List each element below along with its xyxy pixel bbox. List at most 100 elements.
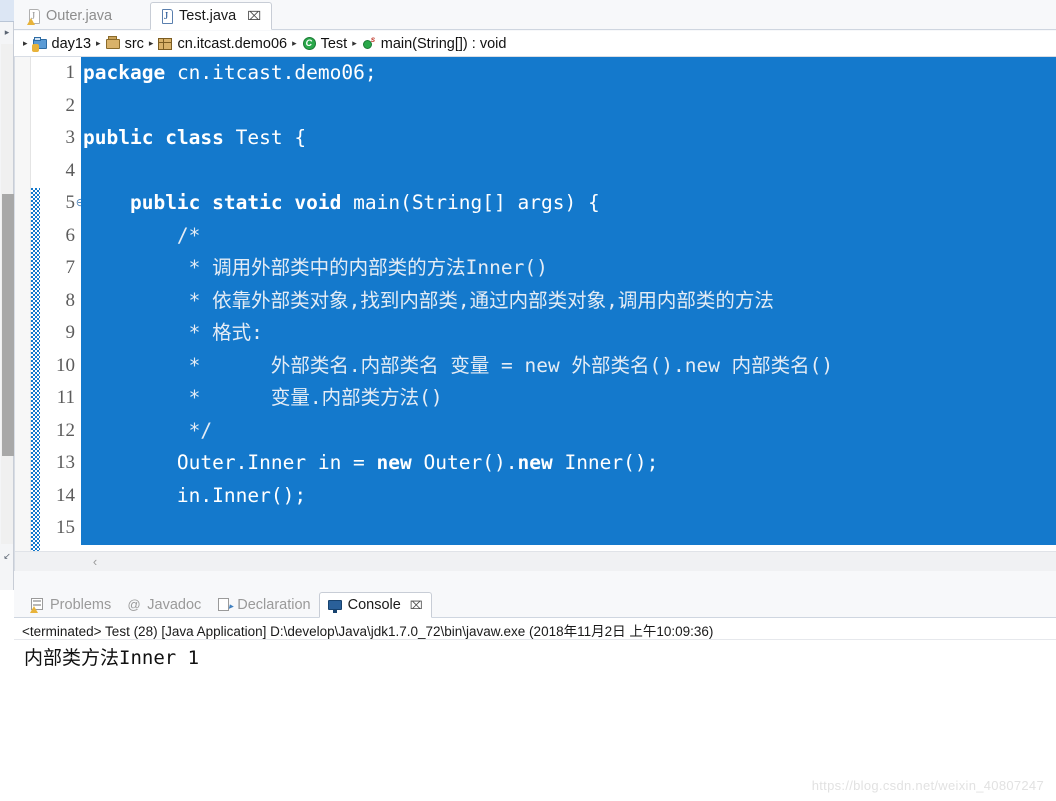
breadcrumb-item-project[interactable]: day13 [31,35,92,52]
code-line[interactable]: * 变量.内部类方法() [81,382,1056,415]
code-comment: /* [83,223,201,247]
collapsed-view-strip: ▸ ↙ [0,0,14,590]
breadcrumb-item-src[interactable]: src [105,35,144,52]
code-token: demo06 [294,61,365,84]
restore-view-icon[interactable]: ▸ [2,26,12,38]
code-line[interactable] [81,89,1056,122]
code-token: main [353,191,401,214]
code-token: Test [235,126,283,149]
code-line[interactable]: /* [81,219,1056,252]
code-text-content[interactable]: package cn.itcast.demo06; public class T… [81,57,1056,551]
breadcrumb-item-method[interactable]: s main(String[]) : void [362,35,506,52]
breadcrumb-item-class[interactable]: C Test [302,36,347,52]
bottom-panel: Problems @ Javadoc ▸ Declaration Console… [14,590,1056,801]
editor-tab-outer-java[interactable]: J Outer.java [18,2,122,30]
code-comment: * 格式: [83,321,263,344]
code-line[interactable]: * 调用外部类中的内部类的方法Inner() [81,252,1056,285]
code-token: ) { [564,191,600,214]
code-comment: */ [83,418,213,442]
code-line[interactable]: in.Inner(); [81,479,1056,512]
code-comment: * 依靠外部类对象,找到内部类,通过内部类对象,调用内部类的方法 [83,288,774,312]
code-comment: * 变量.内部类方法() [83,386,443,409]
line-number: 5⊖ [40,187,86,220]
code-token: [] [482,191,518,214]
source-folder-icon [105,36,121,51]
line-number: 9 [65,322,76,343]
line-number: 2 [65,94,76,116]
line-number: 6 [65,224,76,246]
eclipse-window: ▸ ↙ J Outer.java J Test.java ⌧ ▸ day13 ▸… [0,0,1056,801]
console-icon [327,598,343,613]
tab-javadoc[interactable]: @ Javadoc [119,592,209,617]
left-scrollbar-track[interactable] [1,44,14,544]
code-line[interactable]: Outer.Inner in = new Outer().new Inner()… [81,447,1056,480]
code-token: . [282,61,295,84]
breadcrumb: ▸ day13 ▸ src ▸ cn.itcast.demo06 ▸ C Tes… [14,31,1056,57]
code-token: Inner [212,483,271,507]
code-line[interactable]: public class Test { [81,122,1056,155]
line-number: 7 [65,257,76,278]
code-token: in [176,483,201,507]
code-token: = [341,451,377,474]
tab-label: Problems [50,596,112,613]
scroll-left-icon[interactable]: ‹ [81,552,109,571]
bottom-panel-tab-bar: Problems @ Javadoc ▸ Declaration Console… [14,590,1056,618]
code-line[interactable]: public static void main(String[] args) { [81,187,1056,220]
code-keyword: new [517,451,553,474]
code-token: Inner [564,451,624,474]
code-token: args [517,191,565,214]
problems-icon [30,597,45,613]
class-icon: C [302,36,317,51]
code-line[interactable]: * 外部类名.内部类名 变量 = new 外部类名().new 内部类名() [81,349,1056,382]
javadoc-icon: @ [127,597,141,612]
code-token: Outer [423,451,483,474]
change-marker-bar [31,188,40,551]
tab-console[interactable]: Console ⌧ [318,592,432,618]
close-icon[interactable]: ⌧ [247,9,261,23]
code-editor[interactable]: 12345⊖6789101112131415 package cn.itcast… [14,57,1056,571]
horizontal-scrollbar[interactable]: ‹ [15,551,1056,571]
editor-tab-label: Outer.java [46,8,113,24]
code-keyword: package [83,61,166,84]
tab-problems[interactable]: Problems [22,592,119,617]
editor-left-margin [15,57,31,551]
maximize-view-icon[interactable]: ↙ [2,550,12,562]
console-output[interactable]: 内部类方法Inner 1 [14,640,1056,801]
editor-tab-label: Test.java [179,8,237,24]
code-line[interactable]: package cn.itcast.demo06; [81,57,1056,90]
method-icon: s [362,35,377,51]
code-line[interactable]: * 依靠外部类对象,找到内部类,通过内部类对象,调用内部类的方法 [81,284,1056,317]
editor-tab-test-java[interactable]: J Test.java ⌧ [150,2,273,30]
code-line[interactable]: */ [81,414,1056,447]
code-line[interactable]: * 格式: [81,317,1056,350]
watermark: https://blog.csdn.net/weixin_40807247 [811,778,1044,793]
code-line[interactable] [81,512,1056,545]
breadcrumb-item-package[interactable]: cn.itcast.demo06 [158,36,287,52]
java-project-icon [31,36,48,52]
code-keyword: static [212,191,283,214]
breadcrumb-separator: ▸ [23,38,28,48]
breadcrumb-label: day13 [51,35,92,52]
code-keyword: new [376,451,412,474]
breadcrumb-label: src [124,35,144,52]
editor-area: J Outer.java J Test.java ⌧ ▸ day13 ▸ src [14,0,1056,590]
code-line[interactable] [81,154,1056,187]
tab-declaration[interactable]: ▸ Declaration [209,592,318,617]
left-scrollbar-thumb[interactable] [2,194,14,456]
code-keyword: public [129,191,201,214]
code-token: (). [482,451,518,474]
code-token: Inner [247,451,307,474]
breadcrumb-separator: ▸ [352,38,357,48]
editor-tab-bar: J Outer.java J Test.java ⌧ [14,0,1056,30]
declaration-icon: ▸ [217,597,233,612]
java-file-icon: J [161,8,174,24]
close-icon[interactable]: ⌧ [410,599,423,612]
code-token: cn [176,61,201,84]
